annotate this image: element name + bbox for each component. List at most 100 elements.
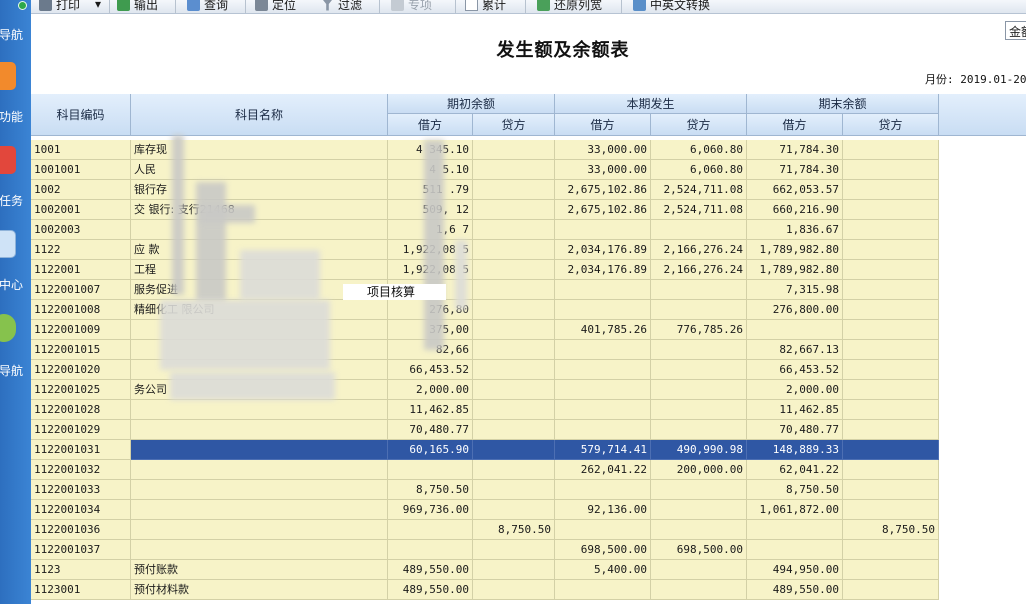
cell-closing-credit[interactable] [843,480,939,500]
cell-closing-debit[interactable]: 62,041.22 [747,460,843,480]
cell-name[interactable] [131,420,388,440]
cell-closing-debit[interactable]: 66,453.52 [747,360,843,380]
cell-code[interactable]: 1001001 [31,160,131,180]
cell-opening-credit[interactable] [473,540,555,560]
cell-current-credit[interactable] [651,500,747,520]
cell-opening-credit[interactable] [473,340,555,360]
cell-name[interactable]: 银行存 [131,180,388,200]
cell-closing-credit[interactable] [843,220,939,240]
cell-name[interactable] [131,500,388,520]
column-header-current-credit[interactable]: 贷方 [651,114,747,136]
column-header-opening-credit[interactable]: 贷方 [473,114,555,136]
cell-current-credit[interactable]: 776,785.26 [651,320,747,340]
cell-current-credit[interactable]: 2,166,276.24 [651,260,747,280]
cell-name[interactable]: 交 银行: 支行21468 [131,200,388,220]
cell-closing-credit[interactable] [843,400,939,420]
table-row[interactable]: 1123001 预付材料款 489,550.00 489,550.00 [31,580,939,600]
cell-current-credit[interactable] [651,300,747,320]
locate-button[interactable]: 定位 [255,0,296,12]
cell-current-debit[interactable]: 5,400.00 [555,560,651,580]
query-button[interactable]: 查询 [187,0,228,12]
cell-closing-debit[interactable]: 71,784.30 [747,140,843,160]
cell-closing-credit[interactable] [843,240,939,260]
cell-closing-debit[interactable]: 7,315.98 [747,280,843,300]
table-row[interactable]: 1122001 工程1,922,08 52,034,176.892,166,27… [31,260,939,280]
cell-code[interactable]: 1002003 [31,220,131,240]
cell-closing-debit[interactable] [747,320,843,340]
sidebar-item-nav-2[interactable]: 导航 [0,310,31,382]
cell-closing-credit[interactable] [843,540,939,560]
cell-code[interactable]: 1002 [31,180,131,200]
cell-opening-debit[interactable]: 489,550.00 [388,580,473,600]
cell-opening-credit[interactable] [473,360,555,380]
cell-closing-credit[interactable] [843,200,939,220]
export-button[interactable]: 输出 [117,0,158,12]
cell-current-credit[interactable] [651,400,747,420]
cell-code[interactable]: 1122001020 [31,360,131,380]
cell-name[interactable] [131,440,388,460]
cell-closing-debit[interactable]: 70,480.77 [747,420,843,440]
cell-closing-debit[interactable] [747,540,843,560]
cell-code[interactable]: 1001 [31,140,131,160]
cell-closing-debit[interactable]: 489,550.00 [747,580,843,600]
cell-current-debit[interactable]: 2,034,176.89 [555,260,651,280]
cell-opening-debit[interactable] [388,520,473,540]
cell-name[interactable] [131,480,388,500]
cell-closing-debit[interactable]: 2,000.00 [747,380,843,400]
cell-opening-credit[interactable] [473,160,555,180]
cell-current-debit[interactable] [555,220,651,240]
table-row[interactable]: 1122001036 8,750.50 8,750.50 [31,520,939,540]
cell-closing-credit[interactable] [843,280,939,300]
cell-opening-credit[interactable] [473,280,555,300]
cell-closing-credit[interactable] [843,440,939,460]
table-row[interactable]: 1122应 款1,922,08 52,034,176.892,166,276.2… [31,240,939,260]
cell-opening-credit[interactable] [473,260,555,280]
special-button[interactable]: 专项 [391,0,432,12]
cell-closing-debit[interactable]: 1,836.67 [747,220,843,240]
table-row[interactable]: 1122001033 8,750.50 8,750.50 [31,480,939,500]
cell-closing-credit[interactable] [843,560,939,580]
table-row[interactable]: 1002 银行存 511 .79 2,675,102.86 2,524,711.08 66… [31,180,939,200]
cell-current-credit[interactable]: 200,000.00 [651,460,747,480]
cell-opening-debit[interactable]: 969,736.00 [388,500,473,520]
cell-current-credit[interactable]: 6,060.80 [651,140,747,160]
cell-code[interactable]: 1122001033 [31,480,131,500]
cell-closing-credit[interactable] [843,260,939,280]
table-row[interactable]: 1001 库存现 4 345.10 33,000.00 6,060.80 71,784.3… [31,140,939,160]
cell-current-debit[interactable]: 92,136.00 [555,500,651,520]
cell-closing-debit[interactable]: 1,789,982.80 [747,240,843,260]
cell-current-debit[interactable]: 698,500.00 [555,540,651,560]
column-header-code[interactable]: 科目编码 [31,94,131,136]
cell-current-credit[interactable]: 2,524,711.08 [651,180,747,200]
cell-closing-credit[interactable] [843,500,939,520]
cell-current-credit[interactable] [651,520,747,540]
cell-current-debit[interactable]: 262,041.22 [555,460,651,480]
cell-current-debit[interactable] [555,400,651,420]
table-row[interactable]: 1002001 交 银行: 支行21468 509, 12 2,675,102.86 2… [31,200,939,220]
cell-closing-credit[interactable] [843,340,939,360]
cell-opening-credit[interactable] [473,240,555,260]
table-row[interactable]: 1122001029 70,480.77 70,480.77 [31,420,939,440]
cell-code[interactable]: 1122001008 [31,300,131,320]
cell-closing-debit[interactable]: 148,889.33 [747,440,843,460]
cell-closing-debit[interactable]: 662,053.57 [747,180,843,200]
cell-current-debit[interactable]: 33,000.00 [555,140,651,160]
cell-opening-credit[interactable]: 8,750.50 [473,520,555,540]
cell-opening-debit[interactable]: 11,462.85 [388,400,473,420]
cell-opening-credit[interactable] [473,140,555,160]
cell-code[interactable]: 1122001028 [31,400,131,420]
cell-code[interactable]: 1122 [31,240,131,260]
cell-current-debit[interactable] [555,300,651,320]
cell-opening-credit[interactable] [473,440,555,460]
cell-closing-credit[interactable]: 8,750.50 [843,520,939,540]
cell-closing-credit[interactable] [843,140,939,160]
cell-current-credit[interactable]: 2,524,711.08 [651,200,747,220]
cell-current-debit[interactable]: 579,714.41 [555,440,651,460]
table-row[interactable]: 1122001032 262,041.22 200,000.00 62,041.22 [31,460,939,480]
cell-opening-credit[interactable] [473,580,555,600]
cell-code[interactable]: 1122001015 [31,340,131,360]
cell-opening-credit[interactable] [473,400,555,420]
column-header-closing-debit[interactable]: 借方 [747,114,843,136]
cell-current-debit[interactable]: 2,675,102.86 [555,180,651,200]
table-row[interactable]: 1122001034 969,736.00 92,136.00 1,061,872.0… [31,500,939,520]
